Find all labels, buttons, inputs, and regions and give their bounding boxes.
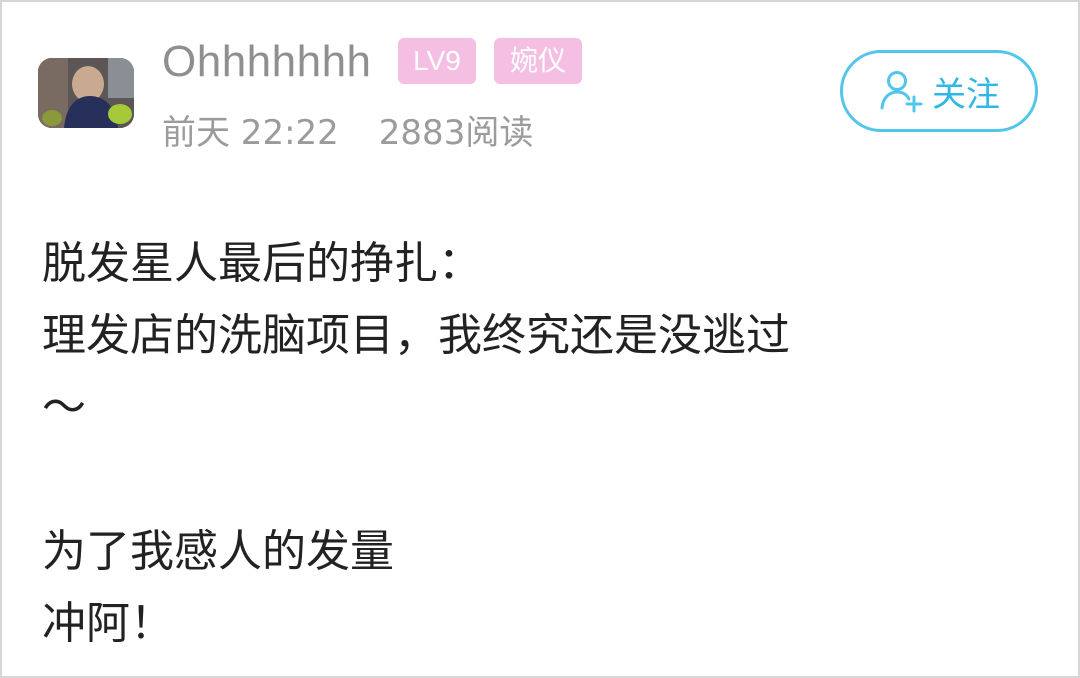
title-badge: 婉仪 — [494, 38, 582, 84]
follow-label: 关注 — [932, 74, 1000, 115]
add-user-icon — [880, 71, 923, 113]
follow-button[interactable]: 关注 — [840, 50, 1038, 132]
post-meta: 前天 22:22 2883阅读 — [162, 112, 533, 154]
content-line: 脱发星人最后的挣扎： — [42, 238, 482, 289]
read-count: 2883阅读 — [378, 113, 534, 153]
content-line: ～ — [42, 382, 86, 433]
avatar-image — [38, 58, 134, 128]
content-line: 冲阿！ — [42, 598, 174, 649]
post-content: 脱发星人最后的挣扎： 理发店的洗脑项目，我终究还是没逃过 ～ 为了我感人的发量 … — [42, 228, 1042, 660]
content-line: 为了我感人的发量 — [42, 526, 394, 577]
avatar[interactable] — [38, 58, 134, 128]
content-line-blank — [42, 444, 1042, 516]
content-line: 理发店的洗脑项目，我终究还是没逃过 — [42, 310, 790, 361]
username[interactable]: Ohhhhhhh — [162, 36, 372, 88]
post-card: Ohhhhhhh LV9 婉仪 前天 22:22 2883阅读 关注 脱发星人最后… — [0, 0, 1080, 678]
post-time: 前天 22:22 — [162, 113, 339, 153]
level-badge: LV9 — [398, 38, 476, 84]
